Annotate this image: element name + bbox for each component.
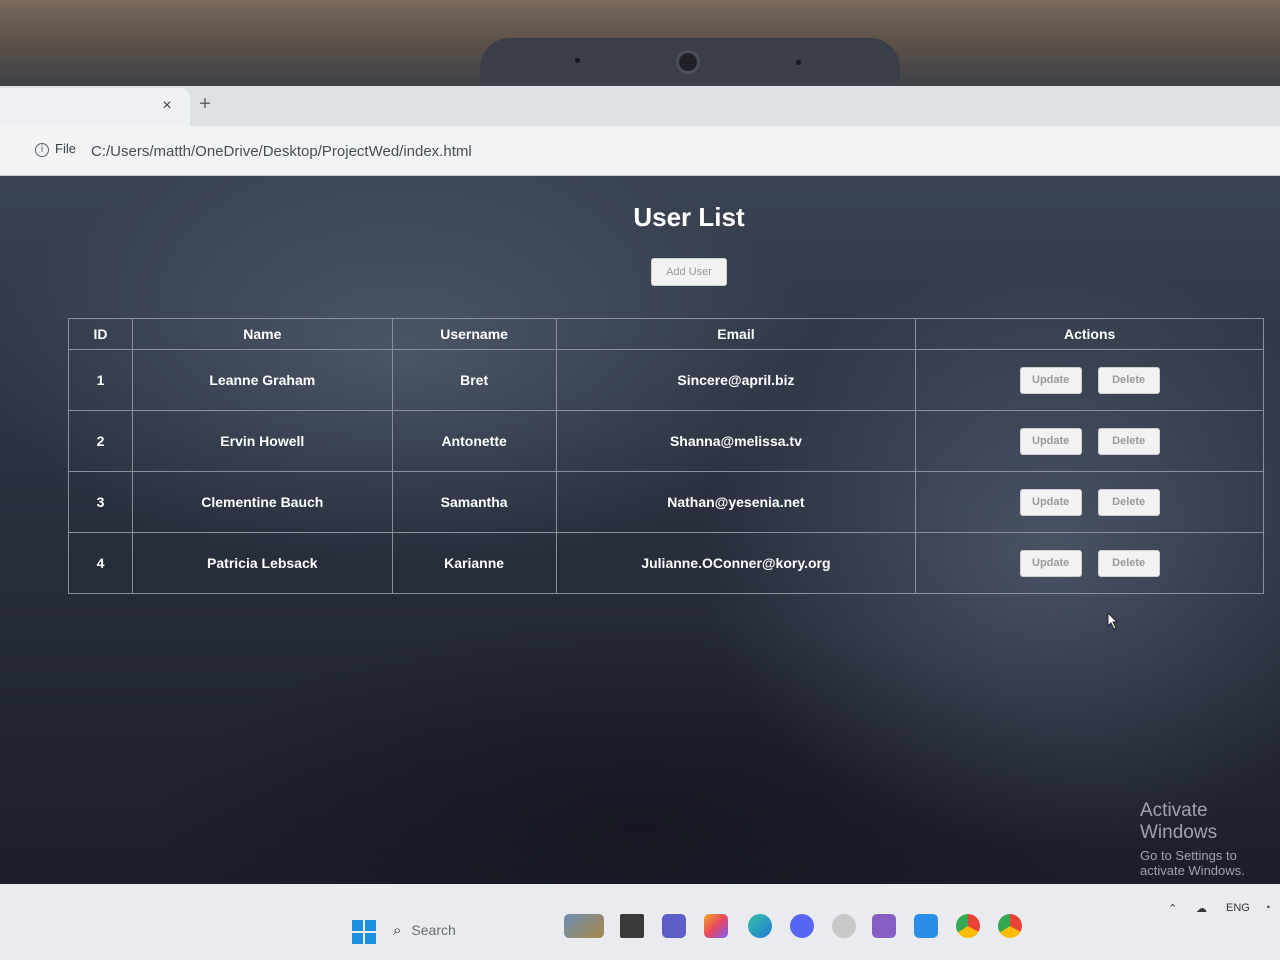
column-header-id: ID — [68, 318, 133, 350]
tab-close-icon[interactable]: × — [158, 96, 176, 116]
file-chip[interactable]: File — [55, 141, 76, 156]
column-header-name: Name — [131, 318, 393, 350]
widgets-weather-icon[interactable] — [564, 914, 604, 938]
cell-name: Leanne Graham — [131, 349, 393, 411]
cell-username: Samantha — [391, 471, 557, 533]
cell-email: Shanna@melissa.tv — [555, 410, 917, 472]
teams-icon[interactable] — [662, 914, 686, 938]
browser-tab-bar: × + — [0, 86, 1280, 126]
edge-icon[interactable] — [748, 914, 772, 938]
delete-button[interactable]: Delete — [1097, 488, 1160, 516]
cell-id: 3 — [68, 471, 133, 533]
cell-name: Ervin Howell — [131, 410, 393, 472]
page-title: User List — [633, 202, 745, 232]
table-row: 1 Leanne Graham Bret Sincere@april.biz U… — [68, 349, 1264, 411]
cell-actions: Update Delete — [915, 532, 1264, 594]
activate-windows-watermark: Activate Windows Go to Settings to activ… — [1140, 800, 1280, 878]
cell-username: Karianne — [391, 532, 557, 594]
cell-email: Sincere@april.biz — [555, 349, 917, 411]
column-header-email: Email — [555, 318, 917, 350]
cell-email: Nathan@yesenia.net — [555, 471, 917, 533]
cell-actions: Update Delete — [915, 471, 1264, 533]
wifi-icon[interactable]: ◔ — [1264, 902, 1271, 914]
page-viewport: User List Add User ID Name Username Emai… — [0, 176, 1280, 884]
tray-overflow-icon[interactable]: ⌃ — [1168, 902, 1177, 915]
visual-studio-icon[interactable] — [872, 914, 896, 938]
info-icon[interactable]: i — [35, 143, 49, 157]
search-placeholder: Search — [411, 922, 456, 938]
table-header-row: ID Name Username Email Actions — [68, 318, 1264, 350]
cell-username: Antonette — [391, 410, 557, 472]
file-explorer-icon[interactable] — [620, 914, 644, 938]
language-indicator[interactable]: ENG — [1226, 902, 1250, 914]
chrome-icon[interactable] — [956, 914, 980, 938]
bezel-sensor — [796, 60, 801, 65]
search-icon: ⌕ — [393, 922, 402, 939]
discord-icon[interactable] — [790, 914, 814, 938]
update-button[interactable]: Update — [1019, 488, 1082, 516]
cell-name: Patricia Lebsack — [131, 532, 393, 594]
chatgpt-icon[interactable] — [832, 914, 856, 938]
update-button[interactable]: Update — [1019, 549, 1082, 577]
table-row: 2 Ervin Howell Antonette Shanna@melissa.… — [68, 410, 1264, 472]
new-tab-icon[interactable]: + — [194, 92, 216, 116]
cell-id: 4 — [68, 532, 133, 594]
laptop-bezel — [0, 0, 1280, 90]
cell-actions: Update Delete — [915, 349, 1264, 411]
bezel-sensor — [575, 58, 580, 63]
onedrive-icon[interactable]: ☁ — [1196, 902, 1207, 915]
webcam-icon — [676, 50, 700, 74]
windows-start-icon[interactable] — [352, 920, 376, 944]
chrome-profile-icon[interactable] — [998, 914, 1022, 938]
taskbar: ⌕ Search ⌃ ☁ ENG ◔ — [0, 884, 1280, 960]
url-text[interactable]: C:/Users/matth/OneDrive/Desktop/ProjectW… — [91, 143, 472, 160]
user-table: ID Name Username Email Actions 1 Leanne … — [68, 318, 1264, 594]
cell-id: 2 — [68, 410, 133, 472]
cell-username: Bret — [391, 349, 557, 411]
address-bar[interactable]: i File C:/Users/matth/OneDrive/Desktop/P… — [0, 126, 1280, 176]
table-row: 4 Patricia Lebsack Karianne Julianne.OCo… — [68, 532, 1264, 594]
update-button[interactable]: Update — [1019, 427, 1082, 455]
cell-name: Clementine Bauch — [131, 471, 393, 533]
column-header-username: Username — [391, 318, 557, 350]
column-header-actions: Actions — [915, 318, 1264, 350]
activate-windows-title: Activate Windows — [1140, 800, 1218, 843]
activate-windows-subtitle: Go to Settings to activate Windows. — [1140, 848, 1245, 878]
add-user-button[interactable]: Add User — [651, 258, 727, 286]
cell-email: Julianne.OConner@kory.org — [555, 532, 917, 594]
mouse-cursor-icon — [1107, 612, 1119, 630]
cell-id: 1 — [68, 349, 133, 411]
taskbar-search[interactable]: ⌕ Search — [393, 914, 563, 946]
delete-button[interactable]: Delete — [1097, 366, 1160, 394]
copilot-icon[interactable] — [704, 914, 728, 938]
table-row: 3 Clementine Bauch Samantha Nathan@yesen… — [68, 471, 1264, 533]
delete-button[interactable]: Delete — [1097, 549, 1160, 577]
cell-actions: Update Delete — [915, 410, 1264, 472]
vscode-icon[interactable] — [914, 914, 938, 938]
browser-tab[interactable]: × — [0, 88, 190, 126]
delete-button[interactable]: Delete — [1097, 427, 1160, 455]
update-button[interactable]: Update — [1019, 366, 1082, 394]
